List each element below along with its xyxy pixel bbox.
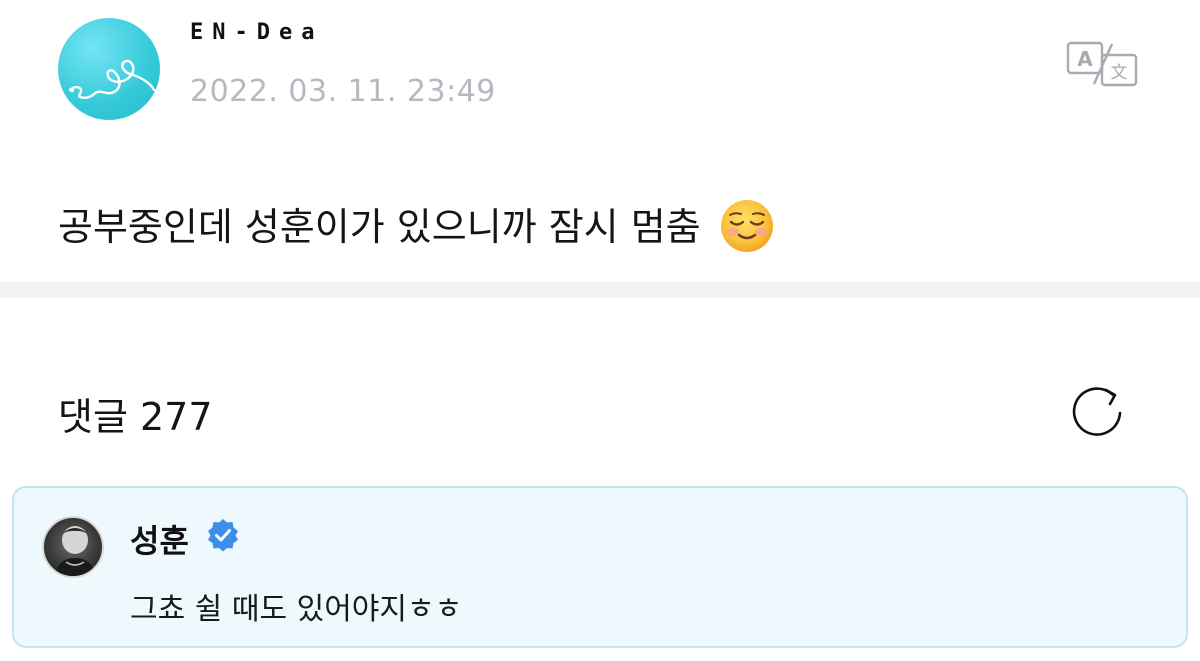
translate-icon: A 文: [1066, 41, 1138, 87]
post-text: 공부중인데 성훈이가 있으니까 잠시 멈춤: [58, 205, 701, 249]
post-page: EN-Dea 2022. 03. 11. 23:49 A 文 공부중인데 성훈이…: [0, 0, 1200, 661]
post-author-name[interactable]: EN-Dea: [190, 20, 323, 45]
heart-scribble-icon: [68, 59, 156, 99]
commenter-avatar[interactable]: [42, 516, 104, 578]
comment-text: 그쵸 쉴 때도 있어야지ㅎㅎ: [130, 592, 463, 627]
section-divider: [0, 282, 1200, 298]
svg-text:文: 文: [1111, 63, 1128, 83]
translate-button[interactable]: A 文: [1066, 40, 1138, 88]
comments-count-title: 댓글 277: [58, 395, 213, 439]
post-timestamp: 2022. 03. 11. 23:49: [190, 74, 496, 109]
post-body: 공부중인데 성훈이가 있으니까 잠시 멈춤: [58, 196, 775, 258]
pinned-artist-comment[interactable]: 성훈 그쵸 쉴 때도 있어야지ㅎㅎ: [12, 486, 1188, 648]
person-photo-icon: [54, 526, 96, 576]
author-avatar[interactable]: [58, 18, 160, 120]
smiling-face-icon: [719, 198, 775, 254]
svg-text:A: A: [1077, 47, 1093, 71]
verified-badge-icon: [208, 519, 238, 552]
post-header: EN-Dea 2022. 03. 11. 23:49 A 文: [0, 0, 1200, 150]
refresh-button[interactable]: [1070, 384, 1132, 438]
commenter-name[interactable]: 성훈: [130, 516, 189, 562]
refresh-icon: [1072, 387, 1122, 436]
